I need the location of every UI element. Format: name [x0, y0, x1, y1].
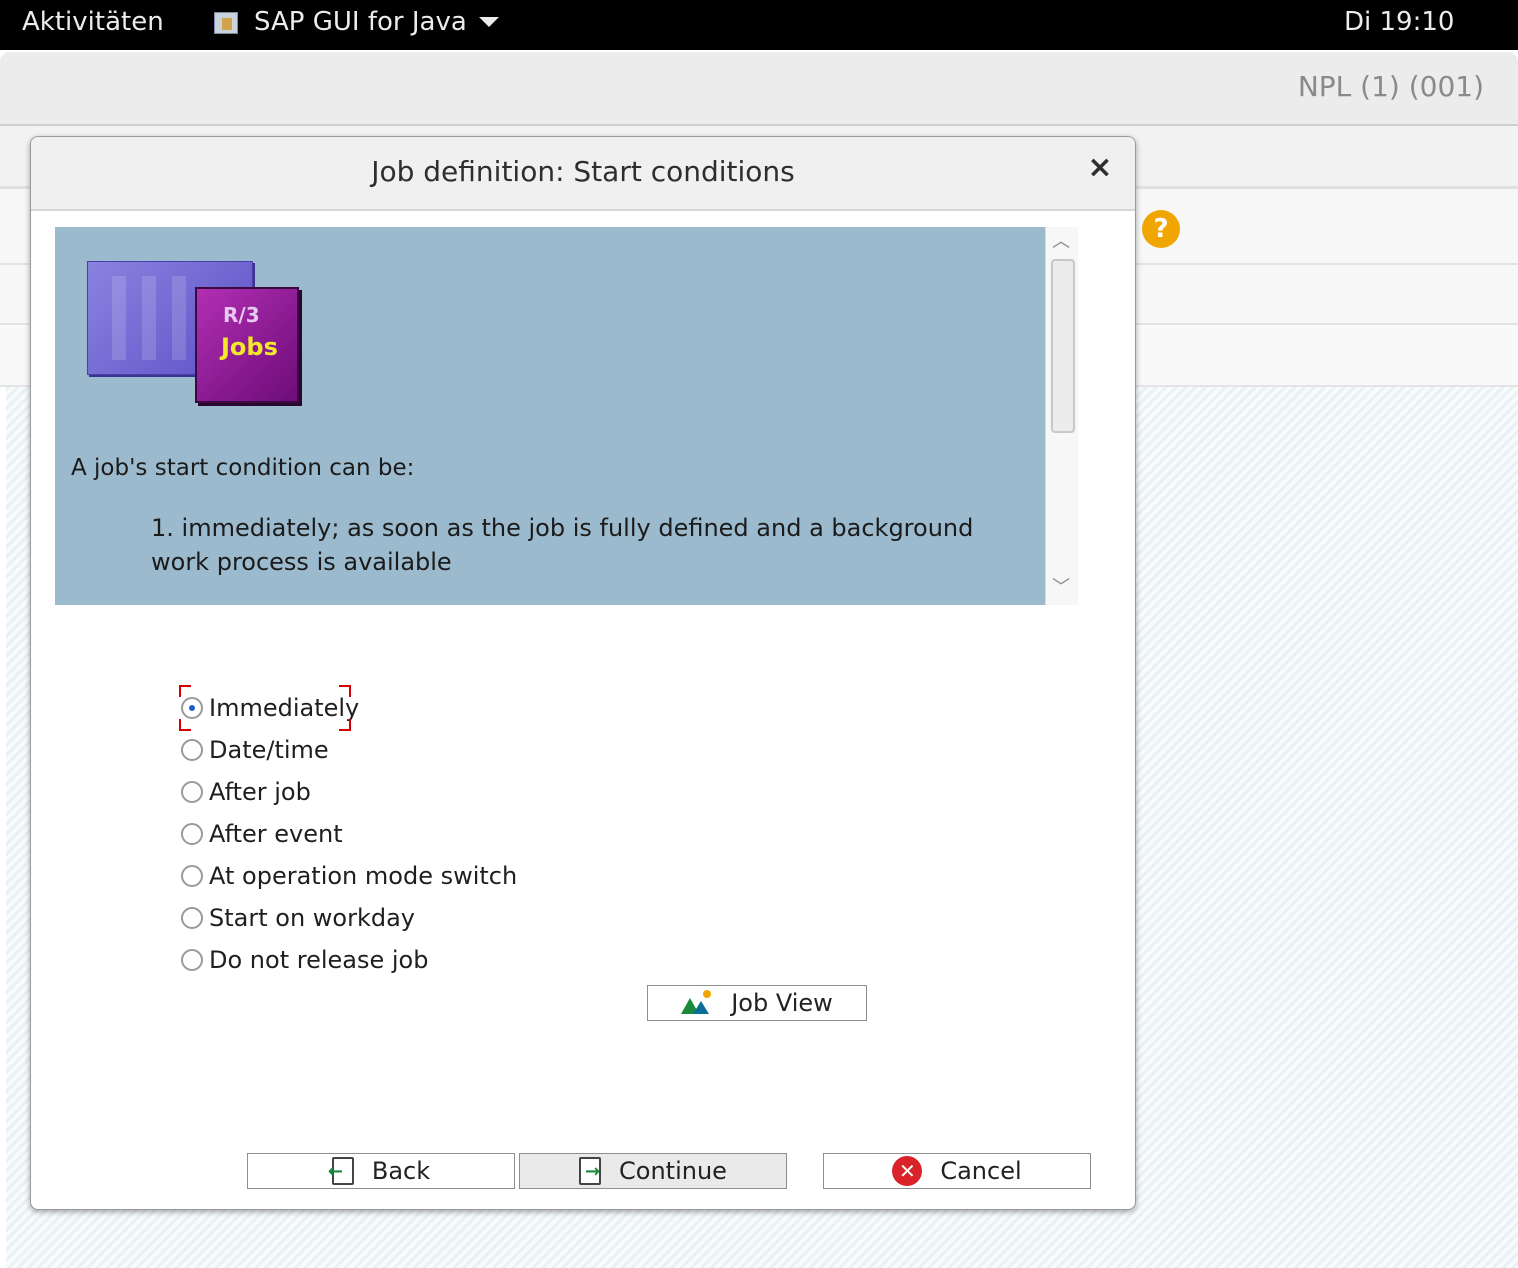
- option-label: After event: [209, 820, 343, 848]
- cancel-label: Cancel: [940, 1157, 1022, 1185]
- radio-button[interactable]: [181, 865, 203, 887]
- option-do-not-release[interactable]: Do not release job: [181, 939, 601, 981]
- radio-button[interactable]: [181, 781, 203, 803]
- window-header: NPL (1) (001): [0, 52, 1518, 126]
- option-label: Do not release job: [209, 946, 429, 974]
- close-icon[interactable]: ×: [1085, 153, 1115, 183]
- option-date-time[interactable]: Date/time: [181, 729, 601, 771]
- logo-jobs-text: Jobs: [221, 333, 278, 361]
- back-button[interactable]: ← Back: [247, 1153, 515, 1189]
- continue-icon: →: [579, 1157, 602, 1185]
- info-panel: R/3 Jobs A job's start condition can be:…: [55, 227, 1045, 605]
- option-label: After job: [209, 778, 311, 806]
- option-label: Immediately: [209, 694, 360, 722]
- scroll-up-icon[interactable]: ︿: [1052, 233, 1070, 251]
- cancel-button[interactable]: ✕ Cancel: [823, 1153, 1091, 1189]
- option-label: At operation mode switch: [209, 862, 518, 890]
- job-view-button[interactable]: Job View: [647, 985, 867, 1021]
- r3-jobs-logo: R/3 Jobs: [87, 261, 301, 403]
- clock[interactable]: Di 19:10: [1344, 7, 1454, 37]
- info-scrollbar[interactable]: ︿ ﹀: [1045, 227, 1078, 605]
- cancel-icon: ✕: [892, 1156, 923, 1186]
- radio-button[interactable]: [181, 697, 203, 719]
- continue-button[interactable]: → Continue: [519, 1153, 787, 1189]
- option-after-event[interactable]: After event: [181, 813, 601, 855]
- app-menu[interactable]: SAP GUI for Java: [212, 7, 499, 37]
- chevron-down-icon: [478, 17, 499, 27]
- app-menu-label: SAP GUI for Java: [254, 7, 467, 37]
- job-view-icon: [681, 990, 713, 1016]
- sap-gui-icon: [212, 9, 240, 35]
- help-icon[interactable]: ?: [1142, 210, 1180, 248]
- continue-label: Continue: [619, 1157, 727, 1185]
- info-item-1: 1. immediately; as soon as the job is fu…: [151, 514, 974, 576]
- activities-button[interactable]: Aktivitäten: [22, 7, 164, 37]
- scroll-thumb[interactable]: [1051, 259, 1075, 433]
- logo-r3-text: R/3: [223, 303, 260, 327]
- option-start-on-workday[interactable]: Start on workday: [181, 897, 601, 939]
- start-conditions-dialog: Job definition: Start conditions × R/3 J…: [30, 136, 1136, 1210]
- radio-button[interactable]: [181, 739, 203, 761]
- system-top-bar: Aktivitäten SAP GUI for Java Di 19:10: [0, 0, 1518, 50]
- radio-button[interactable]: [181, 949, 203, 971]
- system-info: NPL (1) (001): [1297, 70, 1484, 103]
- radio-button[interactable]: [181, 907, 203, 929]
- dialog-title-bar: Job definition: Start conditions ×: [31, 137, 1135, 211]
- back-label: Back: [371, 1157, 431, 1185]
- option-after-job[interactable]: After job: [181, 771, 601, 813]
- info-intro: A job's start condition can be:: [71, 455, 415, 481]
- option-label: Date/time: [209, 736, 329, 764]
- option-immediately[interactable]: Immediately: [179, 685, 601, 731]
- option-label: Start on workday: [209, 904, 416, 932]
- option-operation-mode-switch[interactable]: At operation mode switch: [181, 855, 601, 897]
- job-view-label: Job View: [731, 989, 833, 1017]
- back-icon: ←: [328, 1157, 354, 1185]
- dialog-title: Job definition: Start conditions: [371, 155, 795, 188]
- logo-front-card: R/3 Jobs: [195, 287, 299, 403]
- radio-button[interactable]: [181, 823, 203, 845]
- scroll-down-icon[interactable]: ﹀: [1052, 579, 1070, 597]
